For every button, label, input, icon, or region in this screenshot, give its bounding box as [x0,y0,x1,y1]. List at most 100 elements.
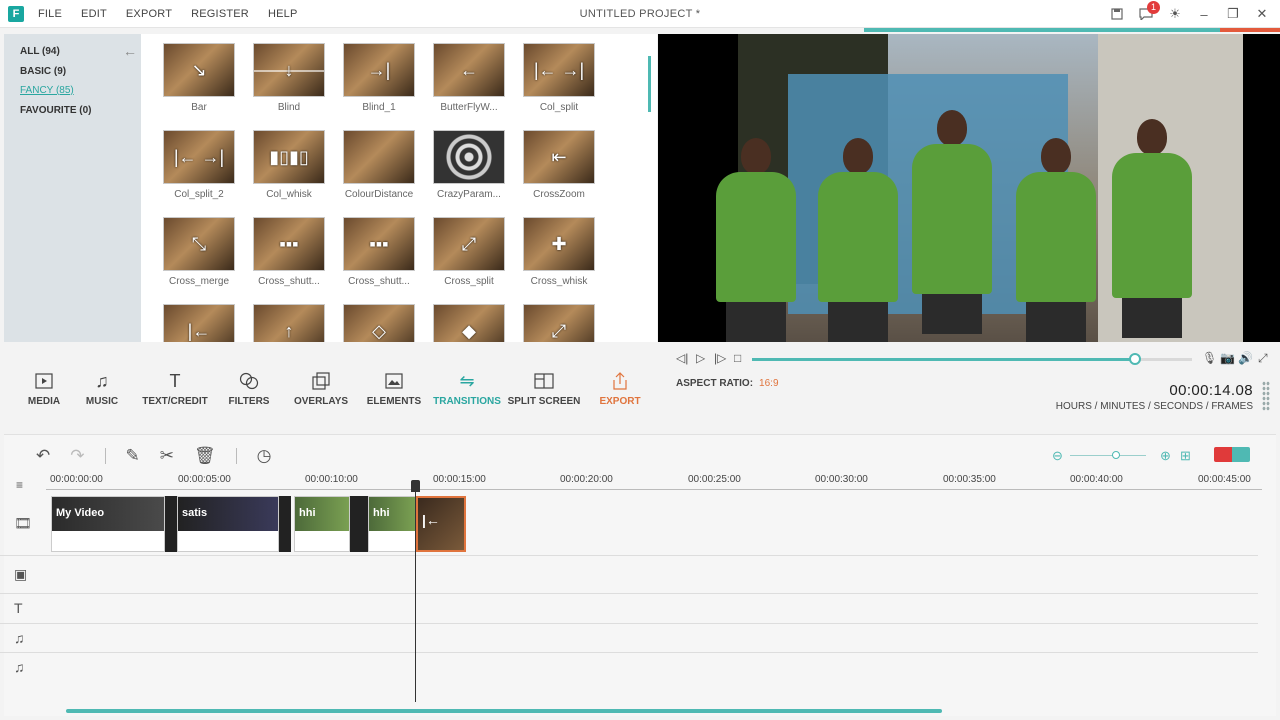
timeline-clip[interactable]: hhi [294,496,350,552]
snapshot-icon[interactable]: 📷 [1220,351,1235,365]
ruler-label: 00:00:00:00 [50,474,103,485]
elements-button[interactable]: ELEMENTS [354,370,434,407]
transition-marker[interactable] [165,496,177,552]
person-figure [1016,138,1096,342]
transitions-button[interactable]: ⇋ TRANSITIONS [427,370,507,408]
restore-icon[interactable]: ❐ [1223,5,1243,23]
music-track-icon: ♫ [14,630,25,646]
selected-transition-clip[interactable]: |← [416,496,466,552]
timeline-clip[interactable]: hhi [368,496,416,552]
transition-label: CrossZoom [533,189,585,200]
cut-icon[interactable]: ✂ [160,446,174,466]
render-preview-button[interactable] [1214,447,1250,462]
transition-marker[interactable] [350,496,368,552]
playhead[interactable] [415,480,416,702]
music-button[interactable]: ♫ MUSIC [62,370,142,408]
prev-frame-icon[interactable]: ◁| [676,351,688,365]
edit-pencil-icon[interactable]: ✎ [126,446,140,466]
microphone-icon[interactable]: 🎙 [1202,351,1217,365]
stop-icon[interactable]: □ [734,351,741,365]
grid-scrollbar[interactable] [648,56,651,112]
timeline-scrollbar[interactable] [66,709,942,713]
transition-tile[interactable]: ↘ Bar [163,43,235,113]
duration-clock-icon[interactable]: ◷ [257,446,272,466]
transitions-icon: ⇋ [459,370,475,391]
transition-tile[interactable]: ⇤ CrossZoom [523,130,595,200]
volume-icon[interactable]: 🔊 [1238,351,1253,365]
transition-label: Cross_shutt... [258,276,320,287]
overlays-button[interactable]: OVERLAYS [281,370,361,407]
transition-tile[interactable]: |← [163,304,235,342]
title-bar: F FILE EDIT EXPORT REGISTER HELP UNTITLE… [0,0,1280,28]
category-basic[interactable]: BASIC (9) [20,66,66,77]
brightness-icon[interactable]: ☀ [1165,5,1185,23]
transition-tile[interactable]: ⤡ Cross_merge [163,217,235,287]
transition-tile[interactable]: ⤢ [523,304,595,342]
ruler-label: 00:00:25:00 [688,474,741,485]
menu-help[interactable]: HELP [268,8,298,20]
timeline-clip[interactable]: My Video [51,496,165,552]
text-credit-button[interactable]: T TEXT/CREDIT [135,370,215,408]
drag-handle-icon[interactable] [1262,381,1270,411]
transition-tile[interactable]: ⤢ Cross_split [433,217,505,287]
transition-tile[interactable]: →| Blind_1 [343,43,415,113]
transition-label: Blind_1 [362,102,396,113]
aspect-ratio-label: ASPECT RATIO: [676,378,754,389]
transition-label: ButterFlyW... [440,102,498,113]
music-track-2: ♫ [0,653,1258,683]
transition-tile[interactable]: ▮▯▮▯ Col_whisk [253,130,325,200]
aspect-ratio-value[interactable]: 16:9 [759,378,778,389]
save-icon[interactable] [1107,5,1127,23]
menu-edit[interactable]: EDIT [81,8,107,20]
playback-scrubber[interactable] [752,353,1192,365]
transition-tile[interactable]: ▪▪▪ Cross_shutt... [343,217,415,287]
split-screen-button[interactable]: SPLIT SCREEN [504,370,584,407]
minimize-icon[interactable]: – [1194,5,1214,23]
zoom-slider-knob[interactable] [1112,451,1120,459]
transition-tile[interactable]: |← →| Col_split_2 [163,130,235,200]
fit-timeline-icon[interactable]: ⊞ [1180,448,1191,464]
person-figure [818,138,898,342]
transition-tile[interactable]: ↓ Blind [253,43,325,113]
delete-icon[interactable]: 🗑 [194,446,216,466]
transition-marker[interactable] [279,496,291,552]
transition-tile[interactable]: ▪▪▪ Cross_shutt... [253,217,325,287]
timeline-clip[interactable]: satis [177,496,279,552]
transition-tile[interactable]: |← →| Col_split [523,43,595,113]
transition-tile[interactable]: CrazyParam... [433,130,505,200]
transition-tile[interactable]: ColourDistance [343,130,415,200]
menu-file[interactable]: FILE [38,8,62,20]
filters-button[interactable]: FILTERS [209,370,289,407]
transition-tile[interactable]: ◇ [343,304,415,342]
track-manager-icon[interactable]: ≡ [16,478,23,492]
category-all[interactable]: ALL (94) [20,46,60,57]
ruler-label: 00:00:45:00 [1198,474,1251,485]
undo-icon[interactable]: ↶ [36,446,50,466]
transition-tile[interactable]: ← ButterFlyW... [433,43,505,113]
arrows-in-icon: →| [367,59,391,80]
redo-icon[interactable]: ↷ [70,446,84,466]
zoom-out-icon[interactable]: ⊖ [1052,448,1063,464]
next-frame-icon[interactable]: |▷ [714,351,726,365]
notification-icon[interactable]: 1 [1136,1,1160,23]
arrow-left-icon: ← [460,59,478,80]
category-fancy[interactable]: FANCY (85) [20,85,74,96]
scrubber-knob[interactable] [1128,353,1141,365]
aspect-ratio: ASPECT RATIO: 16:9 [676,378,779,389]
time-ruler[interactable]: 00:00:00:00 00:00:05:00 00:00:10:00 00:0… [46,474,1262,490]
export-button[interactable]: EXPORT [580,370,660,407]
transition-tile[interactable]: ◆ [433,304,505,342]
close-icon[interactable]: ✕ [1252,5,1272,23]
category-sidebar: ALL (94) BASIC (9) FANCY (85) FAVOURITE … [4,34,141,342]
menu-export[interactable]: EXPORT [126,8,172,20]
zoom-in-icon[interactable]: ⊕ [1160,448,1171,464]
play-icon[interactable]: ▷ [696,351,705,365]
menu-register[interactable]: REGISTER [191,8,249,20]
fullscreen-icon[interactable]: ⤢ [1258,351,1268,366]
window-controls: 1 ☀ – ❐ ✕ [1098,1,1272,23]
transition-tile[interactable]: ↑ [253,304,325,342]
category-favourite[interactable]: FAVOURITE (0) [20,105,91,116]
back-arrow-icon[interactable]: ← [123,43,137,59]
transition-tile[interactable]: ✚ Cross_whisk [523,217,595,287]
transition-label: Cross_split [444,276,494,287]
